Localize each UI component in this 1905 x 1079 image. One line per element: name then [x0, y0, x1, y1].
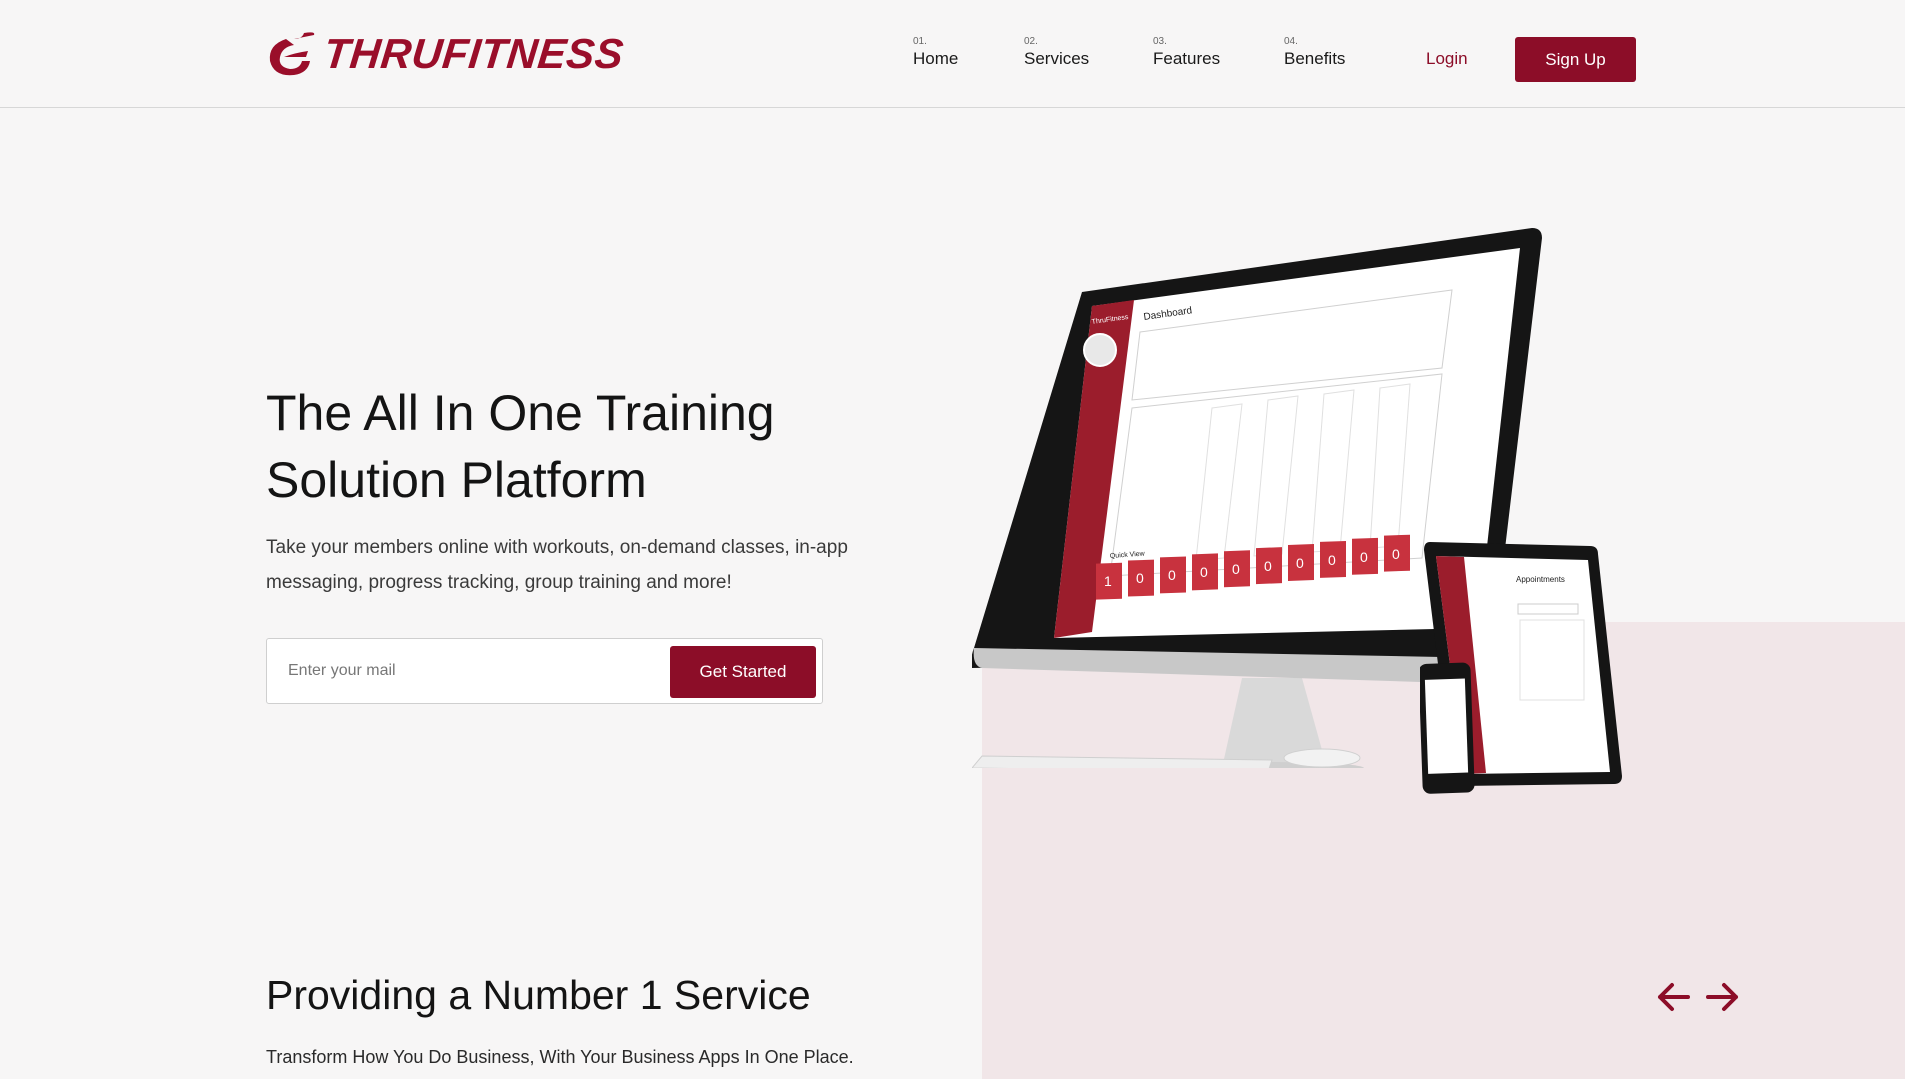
- phone-screen: [1424, 678, 1469, 774]
- quick-view-value: 0: [1360, 549, 1368, 565]
- quick-view-value: 0: [1200, 564, 1208, 580]
- signup-button[interactable]: Sign Up: [1515, 37, 1636, 82]
- nav-services-number: 02.: [1024, 36, 1038, 47]
- nav-benefits-label: Benefits: [1284, 49, 1346, 68]
- section-title: Providing a Number 1 Service: [266, 972, 811, 1018]
- hero-title-line-2: Solution Platform: [266, 452, 647, 508]
- quick-view-value: 0: [1392, 546, 1400, 562]
- arrow-right-icon[interactable]: [1706, 982, 1740, 1012]
- nav-home[interactable]: 01. Home: [913, 36, 958, 69]
- hero-title-line-1: The All In One Training: [266, 385, 775, 441]
- mobile-devices-mockup-image: Appointments: [1420, 542, 1622, 794]
- nav-benefits[interactable]: 04. Benefits: [1284, 36, 1345, 69]
- nav-home-label: Home: [913, 49, 959, 68]
- quick-view-value: 0: [1136, 570, 1144, 586]
- nav-services[interactable]: 02. Services: [1024, 36, 1089, 69]
- nav-services-label: Services: [1024, 49, 1090, 68]
- nav-features-label: Features: [1153, 49, 1221, 68]
- brand-name: THRUFITNESS: [321, 30, 627, 77]
- login-link[interactable]: Login: [1426, 49, 1468, 69]
- quick-view-value: 1: [1104, 573, 1112, 589]
- nav-home-number: 01.: [913, 36, 927, 47]
- brand-logo[interactable]: THRUFITNESS: [264, 28, 627, 80]
- quick-view-value: 0: [1168, 567, 1176, 583]
- quick-view-value: 0: [1232, 561, 1240, 577]
- nav-features-number: 03.: [1153, 36, 1167, 47]
- mouse: [1283, 748, 1361, 768]
- nav-benefits-number: 04.: [1284, 36, 1298, 47]
- hero-subtitle: Take your members online with workouts, …: [266, 537, 848, 593]
- site-header: THRUFITNESS 01. Home 02. Services 03. Fe…: [0, 0, 1905, 108]
- arrow-left-icon[interactable]: [1656, 982, 1690, 1012]
- section-subtitle: Transform How You Do Business, With Your…: [266, 1047, 854, 1067]
- hero-title: The All In One Training Solution Platfor…: [266, 380, 906, 514]
- brand-logo-icon: [269, 32, 315, 76]
- quick-view-value: 0: [1328, 552, 1336, 568]
- email-signup-form: Get Started: [266, 638, 823, 704]
- nav-features[interactable]: 03. Features: [1153, 36, 1220, 69]
- quick-view-value: 0: [1296, 555, 1304, 571]
- quick-view-value: 0: [1264, 558, 1272, 574]
- get-started-button[interactable]: Get Started: [670, 646, 816, 698]
- tablet-title: Appointments: [1516, 575, 1565, 584]
- email-input[interactable]: [268, 640, 658, 702]
